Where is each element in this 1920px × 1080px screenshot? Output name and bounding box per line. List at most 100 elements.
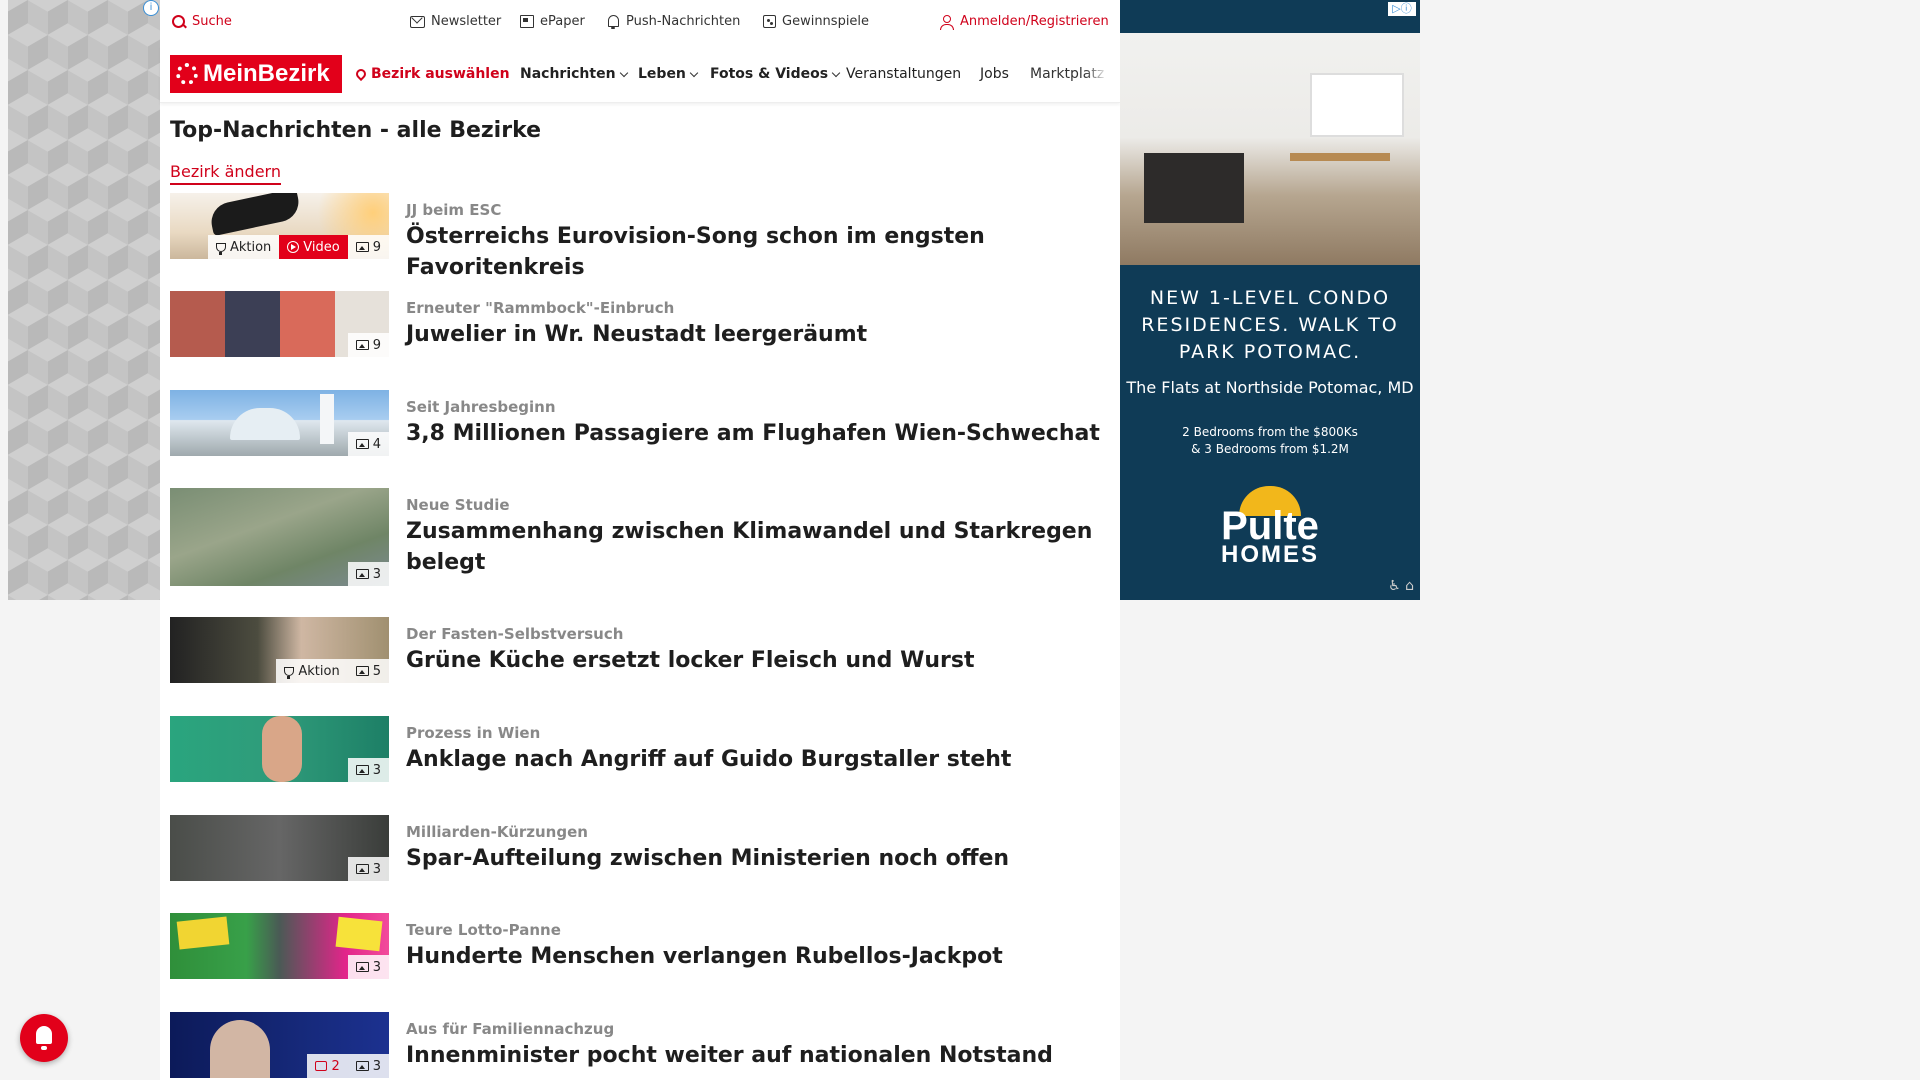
image-count: 3 (372, 1058, 381, 1074)
pulte-homes-logo: Pulte HOMES (1215, 486, 1325, 568)
article-item[interactable]: 9 Erneuter "Rammbock"-Einbruch Juwelier … (170, 291, 1110, 359)
ad-subline: The Flats at Northside Potomac, MD (1126, 378, 1414, 397)
image-icon (355, 666, 369, 676)
comment-count: 2 (331, 1058, 340, 1074)
nav-leben-label: Leben (638, 66, 686, 82)
article-item[interactable]: 3 Teure Lotto-Panne Hunderte Menschen ve… (170, 913, 1110, 981)
aktion-badge: Aktion (207, 235, 280, 259)
article-headline[interactable]: Juwelier in Wr. Neustadt leergeräumt (406, 319, 1106, 350)
nav-nachrichten[interactable]: Nachrichten (520, 66, 628, 82)
dice-icon (763, 15, 776, 28)
image-count: 9 (372, 337, 381, 353)
ad-choices-icon[interactable]: ▷ⓘ (1388, 2, 1416, 16)
meinbezirk-logo[interactable]: MeinBezirk (170, 55, 342, 93)
logo-brand-subtext: HOMES (1220, 541, 1319, 568)
nav-veranstaltungen[interactable]: Veranstaltungen (846, 66, 961, 82)
nav-jobs[interactable]: Jobs (980, 66, 1009, 82)
login-link[interactable]: Anmelden/Registrieren (940, 14, 1109, 30)
bell-icon (36, 1026, 52, 1044)
nav-fotos-label: Fotos & Videos (710, 66, 829, 82)
image-count: 9 (372, 239, 381, 255)
image-icon (355, 864, 369, 874)
logo-sun-icon (176, 63, 198, 85)
article-thumbnail[interactable]: 3 (170, 488, 389, 586)
image-count-badge: 3 (347, 955, 389, 979)
trophy-icon (215, 242, 226, 255)
image-count: 3 (372, 566, 381, 582)
article-headline[interactable]: Spar-Aufteilung zwischen Ministerien noc… (406, 843, 1106, 874)
article-item[interactable]: Aktion Video 9 JJ beim ESC Österreichs E… (170, 193, 1110, 280)
epaper-link[interactable]: ePaper (520, 14, 585, 29)
article-item[interactable]: Aktion 5 Der Fasten-Selbstversuch Grüne … (170, 617, 1110, 685)
image-count: 3 (372, 861, 381, 877)
thumbnail-badges: 3 (347, 955, 389, 979)
article-headline[interactable]: Innenminister pocht weiter auf nationale… (406, 1040, 1106, 1071)
image-count-badge: 3 (347, 857, 389, 881)
article-kicker: Der Fasten-Selbstversuch (406, 625, 624, 643)
article-headline[interactable]: Österreichs Eurovision-Song schon im eng… (406, 221, 1106, 283)
logo-brand-text: Pulte (1221, 504, 1319, 548)
change-district-link[interactable]: Bezirk ändern (170, 162, 281, 185)
image-count: 3 (372, 959, 381, 975)
article-kicker: Seit Jahresbeginn (406, 398, 556, 416)
article-item[interactable]: 3 Prozess in Wien Anklage nach Angriff a… (170, 716, 1110, 784)
mail-icon (410, 15, 425, 28)
article-headline[interactable]: Grüne Küche ersetzt locker Fleisch und W… (406, 645, 1106, 676)
image-icon (355, 242, 369, 252)
play-icon (287, 241, 300, 253)
article-thumbnail[interactable]: 9 (170, 291, 389, 357)
article-kicker: Neue Studie (406, 496, 510, 514)
nav-marktplatz[interactable]: Marktplatz (1030, 66, 1108, 82)
video-badge: Video (279, 235, 348, 259)
ad-price-line-1: 2 Bedrooms from the $800Ks (1182, 425, 1358, 439)
user-icon (940, 14, 954, 30)
article-headline[interactable]: Hunderte Menschen verlangen Rubellos-Jac… (406, 941, 1106, 972)
article-headline[interactable]: 3,8 Millionen Passagiere am Flughafen Wi… (406, 418, 1106, 449)
image-count: 5 (372, 663, 381, 679)
aktion-label: Aktion (298, 663, 340, 679)
top-utility-bar: Suche Newsletter ePaper Push-Nachrichten… (160, 0, 1120, 46)
thumbnail-badges: 2 3 (307, 1054, 389, 1078)
article-thumbnail[interactable]: Aktion 5 (170, 617, 389, 683)
gewinnspiele-label: Gewinnspiele (782, 14, 870, 29)
image-icon (355, 340, 369, 350)
article-thumbnail[interactable]: 2 3 (170, 1012, 389, 1078)
article-item[interactable]: 2 3 Aus für Familiennachzug Innenministe… (170, 1012, 1110, 1080)
article-thumbnail[interactable]: 3 (170, 815, 389, 881)
image-count-badge: 4 (347, 432, 389, 456)
accessibility-housing-icons: ♿ ⌂ (1388, 578, 1414, 594)
comment-count-badge: 2 (307, 1054, 348, 1078)
notification-bell-button[interactable] (20, 1014, 68, 1062)
newspaper-icon (520, 15, 534, 28)
chevron-down-icon (689, 68, 699, 77)
epaper-label: ePaper (540, 14, 585, 29)
left-skin-ad[interactable] (8, 0, 160, 600)
ad-info-icon[interactable]: i (143, 0, 159, 16)
article-item[interactable]: 3 Neue Studie Zusammenhang zwischen Klim… (170, 488, 1110, 586)
article-thumbnail[interactable]: 3 (170, 913, 389, 979)
ad-headline: NEW 1-LEVEL CONDO RESIDENCES. WALK TO PA… (1141, 287, 1399, 363)
nav-leben[interactable]: Leben (638, 66, 699, 82)
article-thumbnail[interactable]: Aktion Video 9 (170, 193, 389, 259)
nav-fotos-videos[interactable]: Fotos & Videos (710, 66, 841, 82)
article-headline[interactable]: Zusammenhang zwischen Klimawandel und St… (406, 516, 1106, 578)
right-display-ad[interactable]: ▷ⓘ NEW 1-LEVEL CONDO RESIDENCES. WALK TO… (1120, 0, 1420, 600)
thumbnail-badges: Aktion Video 9 (207, 235, 389, 259)
article-headline[interactable]: Anklage nach Angriff auf Guido Burgstall… (406, 744, 1106, 775)
nav-jobs-label: Jobs (980, 66, 1009, 82)
bell-icon (606, 14, 620, 29)
article-item[interactable]: 4 Seit Jahresbeginn 3,8 Millionen Passag… (170, 390, 1110, 458)
newsletter-link[interactable]: Newsletter (410, 14, 501, 29)
article-item[interactable]: 3 Milliarden-Kürzungen Spar-Aufteilung z… (170, 815, 1110, 883)
push-notifications-link[interactable]: Push-Nachrichten (606, 14, 740, 29)
article-thumbnail[interactable]: 4 (170, 390, 389, 456)
image-count-badge: 5 (347, 659, 389, 683)
gewinnspiele-link[interactable]: Gewinnspiele (763, 14, 869, 29)
article-thumbnail[interactable]: 3 (170, 716, 389, 782)
image-count-badge: 9 (347, 235, 389, 259)
search-link[interactable]: Suche (172, 14, 232, 29)
nav-veranstaltungen-label: Veranstaltungen (846, 66, 962, 82)
thumbnail-badges: 3 (347, 562, 389, 586)
login-label: Anmelden/Registrieren (960, 14, 1109, 29)
select-district-button[interactable]: Bezirk auswählen (353, 66, 510, 82)
